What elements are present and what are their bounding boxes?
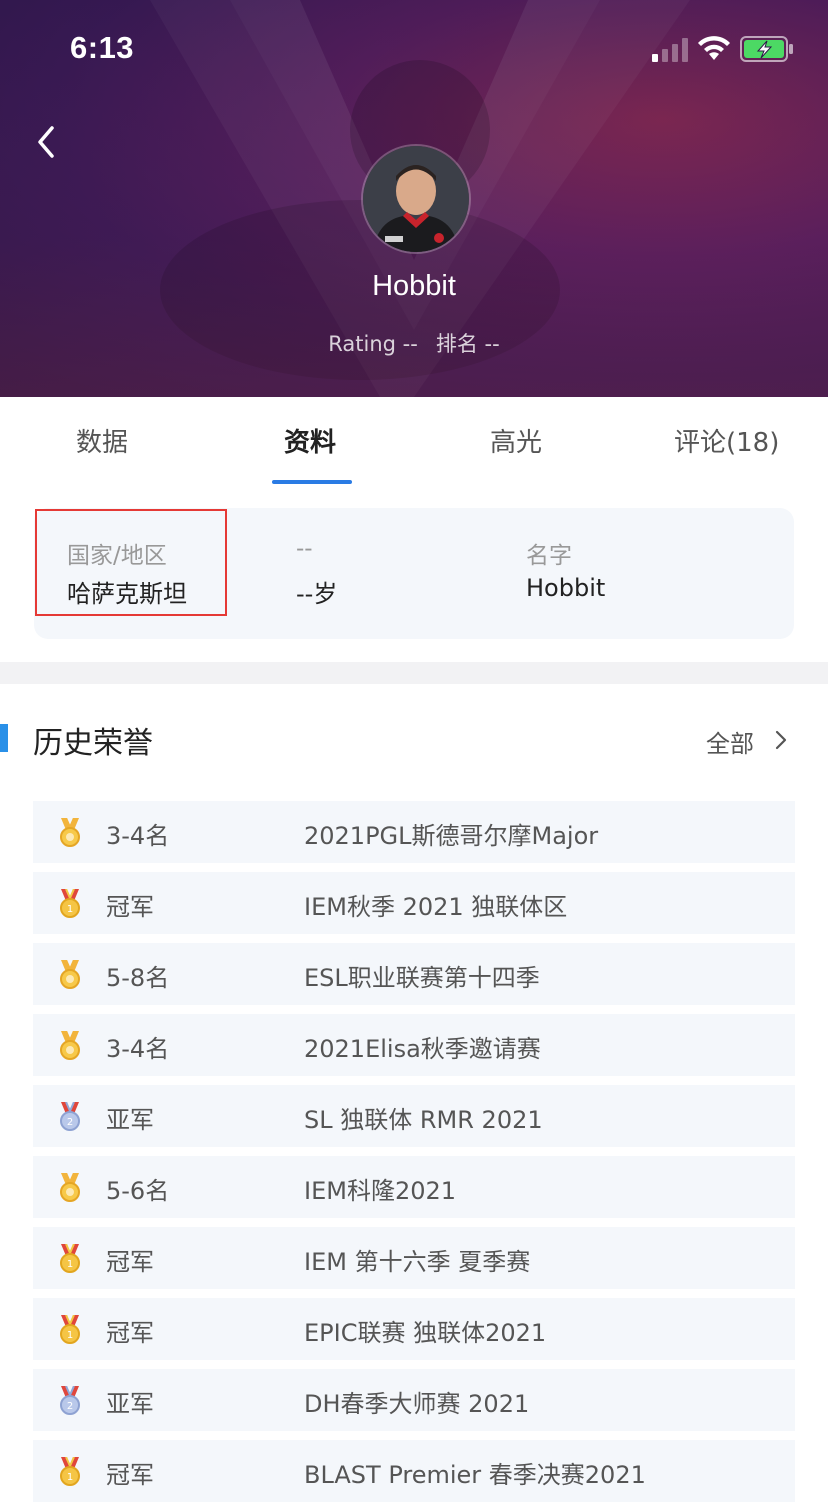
- player-stats-line: Rating -- 排名 --: [0, 328, 828, 358]
- back-arrow-icon[interactable]: [28, 120, 68, 164]
- player-avatar: [361, 144, 471, 254]
- silver-medal-icon: 2: [60, 1386, 80, 1415]
- highlight-annotation-box: [35, 509, 227, 616]
- honor-row[interactable]: 2 亚军 DH春季大师赛 2021: [33, 1369, 795, 1431]
- info-name-value: Hobbit: [526, 574, 606, 602]
- tab-bar: 数据 资料 高光 评论(18): [0, 397, 828, 489]
- honor-rank: 亚军: [106, 1390, 154, 1418]
- chevron-right-icon[interactable]: [772, 728, 790, 752]
- honor-event: EPIC联赛 独联体2021: [304, 1319, 547, 1347]
- honors-list: 3-4名 2021PGL斯德哥尔摩Major 1 冠军 IEM秋季 2021 独联体…: [33, 801, 795, 1511]
- info-name: 名字 Hobbit: [526, 536, 605, 602]
- honor-row[interactable]: 3-4名 2021Elisa秋季邀请赛: [33, 1014, 795, 1076]
- honor-rank: 冠军: [106, 1319, 154, 1347]
- svg-text:1: 1: [67, 1259, 73, 1270]
- honor-rank: 冠军: [106, 1248, 154, 1276]
- info-name-label: 名字: [526, 543, 572, 569]
- honors-title: 历史荣誉: [33, 726, 153, 761]
- cellular-signal-icon: [652, 38, 688, 62]
- honor-row[interactable]: 2 亚军 SL 独联体 RMR 2021: [33, 1085, 795, 1147]
- honor-rank: 亚军: [106, 1106, 154, 1134]
- honor-event: BLAST Premier 春季决赛2021: [304, 1461, 646, 1489]
- honor-event: IEM科隆2021: [304, 1177, 457, 1205]
- honor-event: DH春季大师赛 2021: [304, 1390, 530, 1418]
- honor-event: ESL职业联赛第十四季: [304, 964, 540, 992]
- bronze-medal-icon: [60, 818, 80, 847]
- honor-rank: 冠军: [106, 1461, 154, 1489]
- honor-event: IEM 第十六季 夏季赛: [304, 1248, 531, 1276]
- status-bar: 6:13: [0, 0, 828, 100]
- svg-text:1: 1: [67, 904, 73, 915]
- tab-data[interactable]: 数据: [76, 422, 128, 459]
- honor-rank: 3-4名: [106, 822, 170, 850]
- honor-row[interactable]: 1 冠军 IEM秋季 2021 独联体区: [33, 872, 795, 934]
- gold-medal-icon: 1: [60, 889, 80, 918]
- section-accent-bar: [0, 724, 8, 752]
- honor-row[interactable]: 1 冠军 EPIC联赛 独联体2021: [33, 1298, 795, 1360]
- honor-row[interactable]: 1 冠军 IEM 第十六季 夏季赛: [33, 1227, 795, 1289]
- bronze-medal-icon: [60, 1031, 80, 1060]
- honor-rank: 冠军: [106, 893, 154, 921]
- battery-charging-icon: [740, 36, 793, 62]
- svg-text:2: 2: [67, 1401, 73, 1412]
- honor-event: IEM秋季 2021 独联体区: [304, 893, 568, 921]
- svg-text:2: 2: [67, 1117, 73, 1128]
- status-time: 6:13: [70, 30, 135, 65]
- honor-row[interactable]: 5-8名 ESL职业联赛第十四季: [33, 943, 795, 1005]
- honor-rank: 5-8名: [106, 964, 170, 992]
- rank-text: 排名 --: [435, 332, 500, 356]
- see-all-link[interactable]: 全部: [706, 724, 754, 759]
- honor-rank: 5-6名: [106, 1177, 170, 1205]
- info-age-label: --: [296, 536, 313, 562]
- honor-rank: 3-4名: [106, 1035, 170, 1063]
- silver-medal-icon: 2: [60, 1102, 80, 1131]
- player-name: Hobbit: [372, 270, 456, 302]
- svg-text:1: 1: [67, 1330, 73, 1341]
- honor-event: 2021Elisa秋季邀请赛: [304, 1035, 541, 1063]
- info-age: -- --岁: [296, 536, 337, 609]
- gold-medal-icon: 1: [60, 1457, 80, 1486]
- info-age-value: --岁: [296, 580, 338, 608]
- honor-event: SL 独联体 RMR 2021: [304, 1106, 543, 1134]
- tab-comments[interactable]: 评论(18): [674, 422, 779, 459]
- honor-row[interactable]: 5-6名 IEM科隆2021: [33, 1156, 795, 1218]
- section-divider: [0, 662, 828, 684]
- player-header: 6:13 Hobbit Rating -- 排名 --: [0, 0, 828, 397]
- honor-row[interactable]: 1 冠军 BLAST Premier 春季决赛2021: [33, 1440, 795, 1502]
- gold-medal-icon: 1: [60, 1315, 80, 1344]
- bronze-medal-icon: [60, 1173, 80, 1202]
- svg-text:1: 1: [67, 1472, 73, 1483]
- active-tab-indicator: [272, 480, 352, 484]
- gold-medal-icon: 1: [60, 1244, 80, 1273]
- bronze-medal-icon: [60, 960, 80, 989]
- honor-event: 2021PGL斯德哥尔摩Major: [304, 822, 599, 850]
- honor-row[interactable]: 3-4名 2021PGL斯德哥尔摩Major: [33, 801, 795, 863]
- tab-highlights[interactable]: 高光: [490, 422, 542, 459]
- wifi-icon: [698, 36, 730, 60]
- tab-profile[interactable]: 资料: [284, 422, 336, 459]
- rating-text: Rating --: [328, 332, 418, 356]
